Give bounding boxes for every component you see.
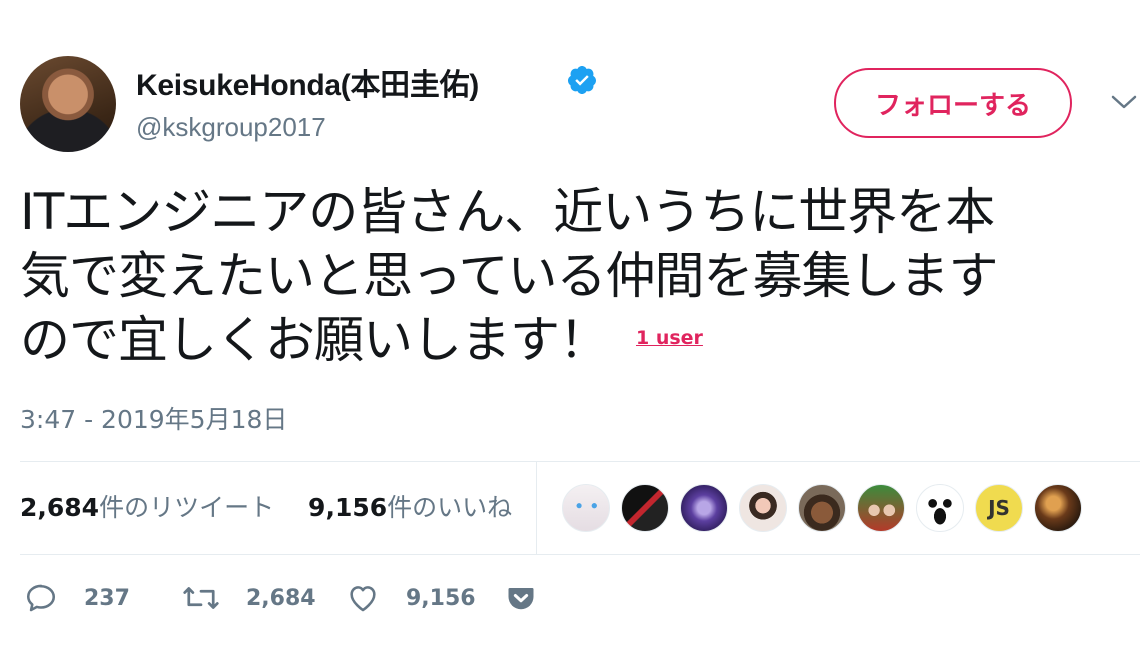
follow-button[interactable]: フォローする bbox=[834, 68, 1072, 138]
liker-avatar[interactable] bbox=[916, 484, 964, 532]
retweets-count: 2,684 bbox=[20, 493, 100, 522]
reply-action[interactable]: 237 bbox=[24, 578, 130, 618]
retweet-count: 2,684 bbox=[246, 585, 316, 611]
liker-avatar[interactable] bbox=[562, 484, 610, 532]
tweet-line: 気で変えたいと思っている仲間を募集します bbox=[20, 247, 999, 305]
like-action[interactable]: 9,156 bbox=[346, 578, 476, 618]
chevron-down-icon[interactable] bbox=[1110, 92, 1138, 112]
tweet-line-text: ので宜しくお願いします！ bbox=[20, 311, 609, 369]
divider bbox=[20, 554, 1140, 555]
tweet-text: ITエンジニアの皆さん、近いうちに世界を本 気で変えたいと思っている仲間を募集し… bbox=[20, 180, 1130, 372]
reply-icon bbox=[26, 584, 56, 612]
reply-count: 237 bbox=[84, 585, 130, 611]
liker-avatar[interactable] bbox=[1034, 484, 1082, 532]
liker-avatars: JS bbox=[562, 484, 1082, 532]
retweets-stat[interactable]: 2,684件のリツイート bbox=[20, 488, 274, 524]
verified-badge-icon bbox=[567, 66, 596, 94]
tweet-stats: 2,684件のリツイート 9,156件のいいね bbox=[20, 488, 538, 524]
heart-icon bbox=[350, 586, 376, 612]
retweet-icon bbox=[183, 587, 219, 609]
tweet-line: ので宜しくお願いします！ 1 user bbox=[20, 308, 1130, 372]
liker-avatar[interactable] bbox=[621, 484, 669, 532]
likes-stat[interactable]: 9,156件のいいね bbox=[308, 488, 512, 524]
author-name[interactable]: KeisukeHonda(本田圭佑) bbox=[136, 60, 479, 104]
pocket-icon bbox=[508, 588, 534, 610]
retweet-action[interactable]: 2,684 bbox=[182, 578, 316, 618]
liker-avatar[interactable] bbox=[739, 484, 787, 532]
liker-avatar[interactable] bbox=[798, 484, 846, 532]
tweet-line: ITエンジニアの皆さん、近いうちに世界を本 bbox=[20, 183, 995, 241]
divider bbox=[20, 461, 1140, 462]
retweets-label: 件のリツイート bbox=[99, 493, 275, 522]
like-count: 9,156 bbox=[406, 585, 476, 611]
pocket-action[interactable] bbox=[506, 578, 562, 618]
liker-avatar[interactable] bbox=[857, 484, 905, 532]
avatar[interactable] bbox=[20, 56, 116, 152]
liker-text: JS bbox=[988, 496, 1010, 520]
liker-avatar[interactable] bbox=[680, 484, 728, 532]
likes-label: 件のいいね bbox=[387, 493, 513, 522]
author-handle[interactable]: @kskgroup2017 bbox=[136, 112, 326, 143]
user-tag-link[interactable]: 1 user bbox=[636, 327, 703, 349]
tweet-timestamp[interactable]: 3:47 - 2019年5月18日 bbox=[20, 400, 287, 436]
liker-avatar[interactable]: JS bbox=[975, 484, 1023, 532]
likes-count: 9,156 bbox=[308, 493, 388, 522]
